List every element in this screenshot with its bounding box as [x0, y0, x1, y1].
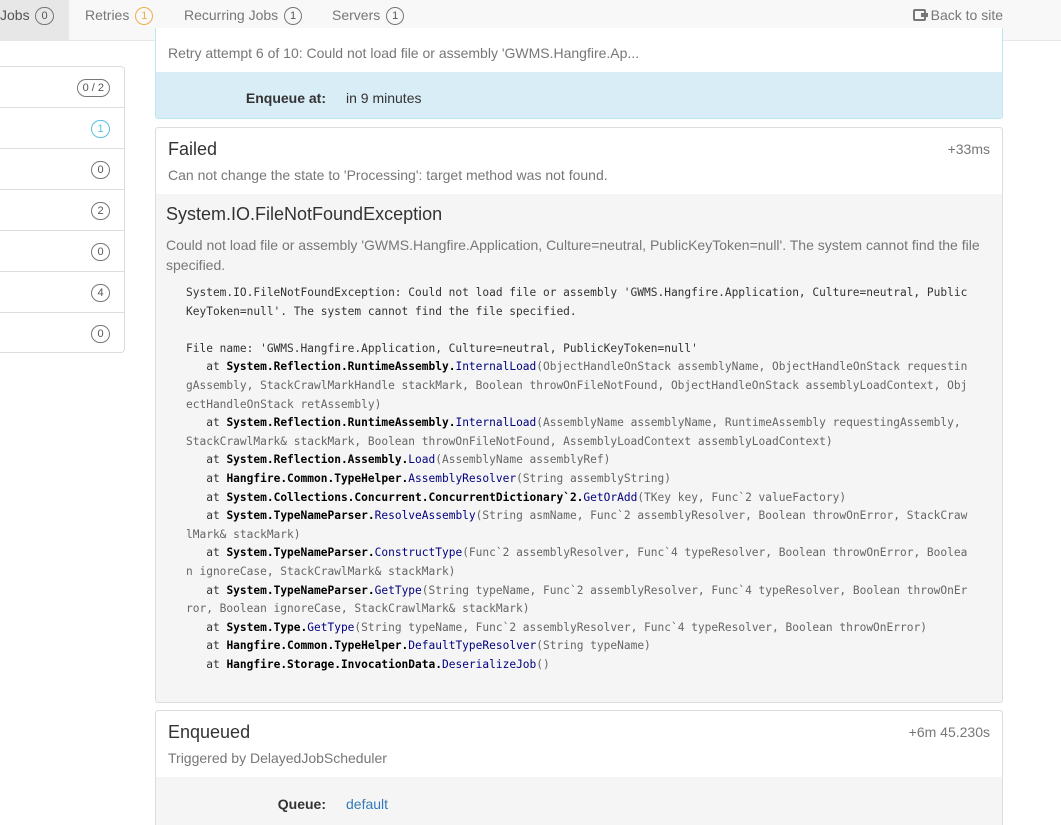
failed-state-panel: Failed +33ms Can not change the state to… — [155, 127, 1003, 703]
stack-frame-type: System.TypeNameParser. — [226, 546, 375, 560]
nav-recurring-jobs-count: 1 — [284, 7, 303, 25]
enqueued-state-title: Enqueued — [168, 722, 251, 742]
stack-frame-method: InternalLoad — [455, 416, 537, 430]
nav-recurring-jobs-label: Recurring Jobs — [184, 7, 279, 23]
sidebar-item[interactable]: 0 — [0, 231, 124, 272]
failed-state-header: Failed +33ms Can not change the state to… — [156, 128, 1002, 194]
jobs-sidebar: 0 / 2 1 0 2 0 4 0 — [0, 66, 125, 353]
sidebar-item[interactable]: 0 / 2 — [0, 67, 124, 108]
queue-link[interactable]: default — [346, 796, 388, 812]
sidebar-item[interactable]: 0 — [0, 149, 124, 190]
sidebar-item[interactable]: 0 — [0, 313, 124, 354]
nav-jobs-label: Jobs — [0, 7, 30, 23]
stack-frame: System.Reflection.RuntimeAssembly.Intern… — [186, 416, 967, 448]
stack-frame-type: System.Type. — [226, 620, 308, 634]
stack-frame-method: AssemblyResolver — [408, 471, 517, 485]
stack-frame: System.Type.GetType(String typeName, Fun… — [226, 621, 927, 634]
stack-frame-args: (String assemblyString) — [516, 471, 671, 485]
sidebar-count-badge: 4 — [91, 284, 110, 302]
nav-retries[interactable]: Retries 1 — [85, 0, 154, 40]
scheduled-details: Enqueue at: in 9 minutes — [156, 72, 1002, 118]
stack-frame: System.Reflection.Assembly.Load(Assembly… — [226, 453, 610, 466]
nav-servers-count: 1 — [386, 7, 405, 25]
stack-frame-method: GetType — [374, 583, 422, 597]
failed-state-title: Failed — [168, 139, 218, 159]
sidebar-count-badge: 1 — [91, 120, 110, 138]
queue-label: Queue: — [277, 796, 326, 812]
back-to-site-link[interactable]: Back to site — [912, 0, 1003, 31]
sidebar-item[interactable]: 4 — [0, 272, 124, 313]
stack-frame-type: Hangfire.Common.TypeHelper. — [226, 471, 409, 485]
sidebar-count-badge: 0 — [91, 161, 110, 179]
enqueue-at-label: Enqueue at: — [245, 90, 326, 106]
stack-frame-method: InternalLoad — [455, 360, 537, 374]
stack-frame: Hangfire.Common.TypeHelper.AssemblyResol… — [226, 472, 671, 485]
stack-frame-method: Load — [408, 453, 436, 467]
stack-frame: System.Reflection.RuntimeAssembly.Intern… — [186, 360, 967, 410]
nav-jobs[interactable]: Jobs 0 — [0, 0, 69, 40]
stack-frame: Hangfire.Storage.InvocationData.Deserial… — [226, 658, 549, 671]
stack-frame-args: (String typeName, Func`2 assemblyResolve… — [354, 620, 927, 634]
exception-message: Could not load file or assembly 'GWMS.Ha… — [166, 237, 980, 273]
enqueue-at-value: in 9 minutes — [346, 90, 422, 106]
sidebar-item[interactable]: 1 — [0, 108, 124, 149]
stack-frame-args: (TKey key, Func`2 valueFactory) — [637, 490, 847, 504]
stack-frame-method: DefaultTypeResolver — [408, 639, 537, 653]
stack-frame-type: System.Reflection.RuntimeAssembly. — [226, 360, 456, 374]
stack-frame-method: GetType — [307, 620, 355, 634]
stack-frame: Hangfire.Common.TypeHelper.DefaultTypeRe… — [226, 639, 650, 652]
failed-state-reason: Can not change the state to 'Processing'… — [168, 167, 608, 183]
stack-frame-type: System.Reflection.RuntimeAssembly. — [226, 416, 456, 430]
stack-frame-method: ConstructType — [374, 546, 463, 560]
stack-frame-type: System.TypeNameParser. — [226, 509, 375, 523]
sign-out-icon — [912, 9, 928, 21]
stack-trace: System.IO.FileNotFoundException: Could n… — [186, 286, 968, 671]
stack-frame-method: DeserializeJob — [441, 657, 537, 671]
nav-retries-label: Retries — [85, 7, 130, 23]
stack-frame-args: (AssemblyName assemblyRef) — [435, 453, 611, 467]
scheduled-state-panel: Retry attempt 6 of 10: Could not load fi… — [155, 28, 1003, 119]
stack-frame-type: System.TypeNameParser. — [226, 583, 375, 597]
sidebar-count-badge: 0 — [91, 243, 110, 261]
stack-frame-args: (String typeName) — [536, 639, 651, 653]
stack-frame: System.TypeNameParser.ConstructType(Func… — [186, 546, 967, 578]
stack-frame-method: GetOrAdd — [583, 490, 638, 504]
sidebar-count-badge: 0 / 2 — [76, 79, 110, 97]
stack-frame-type: System.Reflection.Assembly. — [226, 453, 409, 467]
enqueued-state-panel: Enqueued +6m 45.230s Triggered by Delaye… — [155, 710, 1003, 825]
stack-frame-method: ResolveAssembly — [374, 509, 476, 523]
enqueued-state-time: +6m 45.230s — [908, 724, 990, 740]
exception-type: System.IO.FileNotFoundException — [166, 204, 443, 224]
stack-frame: System.Collections.Concurrent.Concurrent… — [226, 491, 846, 504]
stack-frame-type: System.Collections.Concurrent.Concurrent… — [226, 490, 584, 504]
stack-frame-args: () — [536, 657, 550, 671]
failed-state-time: +33ms — [947, 141, 990, 157]
nav-retries-count: 1 — [135, 7, 154, 25]
back-to-site-label: Back to site — [930, 7, 1003, 23]
enqueued-state-header: Enqueued +6m 45.230s Triggered by Delaye… — [156, 711, 1002, 777]
sidebar-count-badge: 0 — [91, 325, 110, 343]
stack-file-name: File name: 'GWMS.Hangfire.Application, C… — [186, 341, 698, 355]
stack-frame: System.TypeNameParser.ResolveAssembly(St… — [186, 509, 967, 541]
scheduled-reason: Retry attempt 6 of 10: Could not load fi… — [156, 28, 1002, 72]
sidebar-item[interactable]: 2 — [0, 190, 124, 231]
stack-intro: System.IO.FileNotFoundException: Could n… — [186, 286, 968, 318]
nav-servers-label: Servers — [332, 7, 381, 23]
nav-jobs-count: 0 — [35, 7, 54, 25]
stack-frame: System.TypeNameParser.GetType(String typ… — [186, 584, 967, 616]
stack-frame-type: Hangfire.Common.TypeHelper. — [226, 639, 409, 653]
stack-frame-type: Hangfire.Storage.InvocationData. — [226, 657, 442, 671]
sidebar-count-badge: 2 — [91, 202, 110, 220]
enqueued-state-reason: Triggered by DelayedJobScheduler — [168, 750, 387, 766]
